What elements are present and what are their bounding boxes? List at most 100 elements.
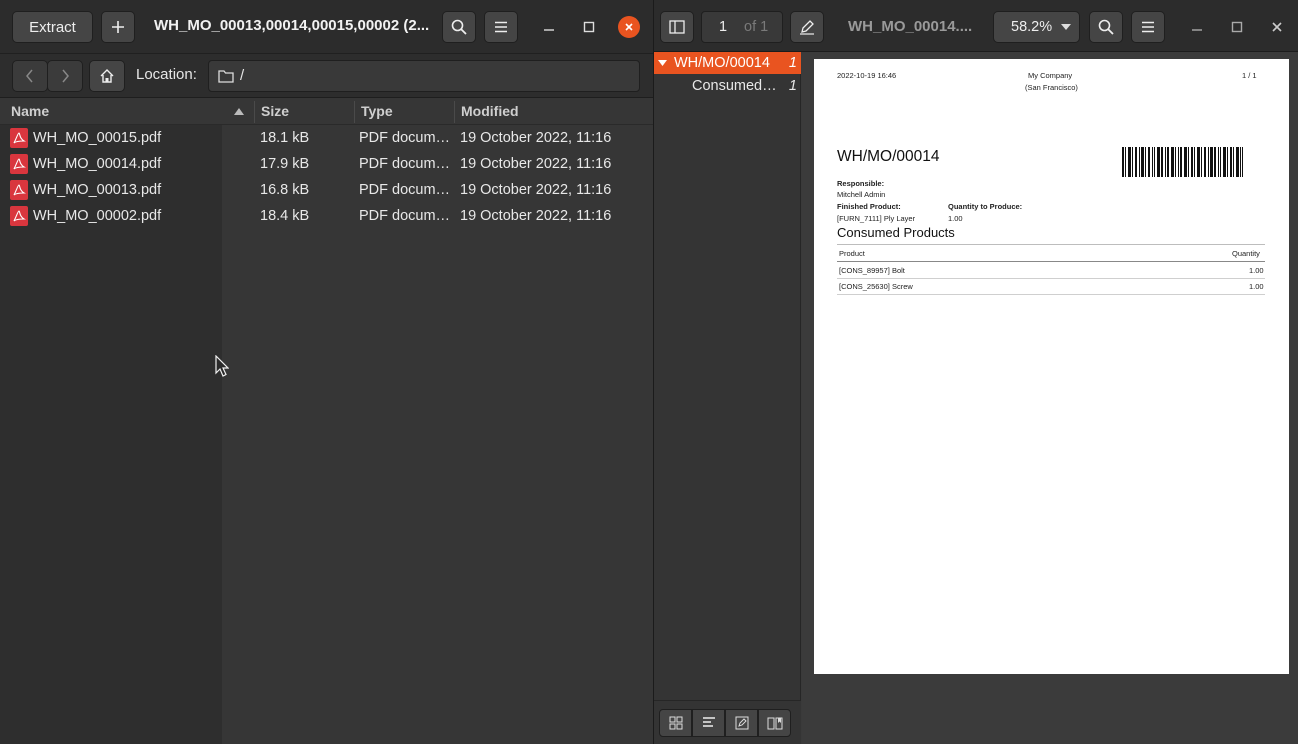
chevron-right-icon [62, 69, 69, 83]
find-button[interactable] [1089, 11, 1123, 43]
folder-icon [218, 70, 234, 83]
file-type: PDF docum… [359, 156, 451, 172]
file-size: 17.9 kB [260, 156, 310, 172]
sort-ascending-icon [234, 108, 244, 115]
doc-qty-label: Quantity to Produce: [948, 202, 1023, 211]
minimize-icon [544, 29, 554, 31]
document-canvas[interactable]: 2022-10-19 16:46 My Company (San Francis… [802, 52, 1298, 744]
doc-finished-value: [FURN_7111] Ply Layer [837, 214, 916, 223]
file-row[interactable]: WH_MO_00013.pdf 16.8 kB PDF docum… 19 Oc… [0, 177, 653, 203]
doc-responsible-value: Mitchell Admin [837, 190, 886, 199]
file-modified: 19 October 2022, 11:16 [460, 130, 612, 146]
pdf-file-icon [10, 180, 28, 200]
file-row[interactable]: WH_MO_00015.pdf 18.1 kB PDF docum… 19 Oc… [0, 125, 653, 151]
file-name: WH_MO_00013.pdf [33, 182, 162, 198]
bookmarks-mode-button[interactable] [758, 709, 791, 737]
outline-icon [702, 717, 715, 727]
column-modified[interactable]: Modified [461, 103, 519, 119]
maximize-button[interactable] [575, 13, 603, 41]
close-icon [625, 23, 633, 31]
file-name: WH_MO_00014.pdf [33, 156, 162, 172]
column-name[interactable]: Name [11, 103, 49, 119]
annotations-mode-button[interactable] [725, 709, 758, 737]
sidebar-toggle-button[interactable] [660, 11, 694, 43]
thumbnails-mode-button[interactable] [659, 709, 692, 737]
doc-responsible-label: Responsible: [837, 179, 885, 188]
archive-manager-window: Extract WH_MO_00013,00014,00015,00002 (2… [0, 0, 653, 744]
pdf-page: 2022-10-19 16:46 My Company (San Francis… [814, 59, 1289, 674]
doc-consumed-heading: Consumed Products [837, 225, 955, 240]
zoom-select[interactable]: 58.2% [993, 11, 1080, 43]
pen-icon [800, 20, 814, 35]
viewer-minimize-button[interactable] [1183, 13, 1211, 41]
search-icon [451, 19, 467, 35]
document-viewer-window: 1 of 1 WH_MO_00014.... 58.2% WH/MO/00014… [653, 0, 1298, 744]
outline-item-page: 1 [788, 55, 797, 71]
outline-item-label: Consumed… [692, 78, 777, 94]
sidebar-icon [669, 20, 685, 34]
barcode-icon [1122, 147, 1243, 177]
chevron-left-icon [26, 69, 33, 83]
outline-item-page: 1 [788, 78, 797, 94]
close-icon [1272, 22, 1282, 32]
pdf-file-icon [10, 206, 28, 226]
close-button[interactable] [618, 16, 640, 38]
hamburger-menu-icon [495, 21, 507, 33]
forward-button[interactable] [47, 60, 83, 92]
grid-icon [669, 716, 682, 730]
page-number-field[interactable]: 1 of 1 [701, 11, 783, 43]
page-current: 1 [718, 19, 728, 35]
doc-table-header-quantity: Quantity [1232, 249, 1260, 258]
file-modified: 19 October 2022, 11:16 [460, 208, 612, 224]
doc-finished-label: Finished Product: [837, 202, 901, 211]
mouse-cursor-icon [215, 355, 229, 377]
doc-table-quantity: 1.00 [1249, 282, 1264, 291]
search-button[interactable] [442, 11, 476, 43]
note-edit-icon [735, 716, 748, 730]
outline-mode-button[interactable] [692, 709, 725, 737]
column-size[interactable]: Size [261, 103, 289, 119]
plus-icon [112, 21, 124, 33]
viewer-menu-button[interactable] [1131, 11, 1165, 43]
outline-sidebar: WH/MO/00014 1 Consumed… 1 [654, 52, 801, 744]
outline-item-selected[interactable]: WH/MO/00014 1 [654, 52, 801, 74]
column-headers: Name Size Type Modified [0, 99, 653, 125]
sidebar-mode-switcher [654, 700, 801, 744]
minimize-icon [1192, 29, 1202, 31]
expander-down-icon[interactable] [658, 60, 667, 66]
pdf-file-icon [10, 128, 28, 148]
home-button[interactable] [89, 60, 125, 92]
extract-button[interactable]: Extract [12, 11, 93, 43]
location-field[interactable]: / [208, 60, 640, 92]
maximize-icon [583, 21, 595, 33]
file-modified: 19 October 2022, 11:16 [460, 182, 612, 198]
maximize-icon [1231, 21, 1243, 33]
file-name: WH_MO_00002.pdf [33, 208, 162, 224]
pdf-file-icon [10, 154, 28, 174]
minimize-button[interactable] [535, 13, 563, 41]
annotate-button[interactable] [790, 11, 824, 43]
viewer-maximize-button[interactable] [1223, 13, 1251, 41]
outline-item[interactable]: Consumed… 1 [654, 75, 801, 97]
file-row[interactable]: WH_MO_00014.pdf 17.9 kB PDF docum… 19 Oc… [0, 151, 653, 177]
doc-company: My Company [1028, 71, 1073, 80]
file-type: PDF docum… [359, 182, 451, 198]
location-bar: Location: / [0, 54, 653, 98]
extract-button-label: Extract [29, 18, 76, 36]
viewer-close-button[interactable] [1263, 13, 1291, 41]
file-row[interactable]: WH_MO_00002.pdf 18.4 kB PDF docum… 19 Oc… [0, 203, 653, 229]
doc-table-quantity: 1.00 [1249, 266, 1264, 275]
back-button[interactable] [12, 60, 48, 92]
viewer-window-title: WH_MO_00014.... [848, 18, 973, 35]
chevron-down-icon [1061, 24, 1071, 30]
viewer-headerbar: 1 of 1 WH_MO_00014.... 58.2% [654, 0, 1298, 52]
archive-headerbar: Extract WH_MO_00013,00014,00015,00002 (2… [0, 0, 653, 54]
location-path: / [240, 67, 245, 84]
file-size: 18.4 kB [260, 208, 310, 224]
add-files-button[interactable] [101, 11, 135, 43]
file-size: 16.8 kB [260, 182, 310, 198]
file-type: PDF docum… [359, 130, 451, 146]
doc-table-product: [CONS_25630] Screw [839, 282, 913, 291]
main-menu-button[interactable] [484, 11, 518, 43]
column-type[interactable]: Type [361, 103, 393, 119]
